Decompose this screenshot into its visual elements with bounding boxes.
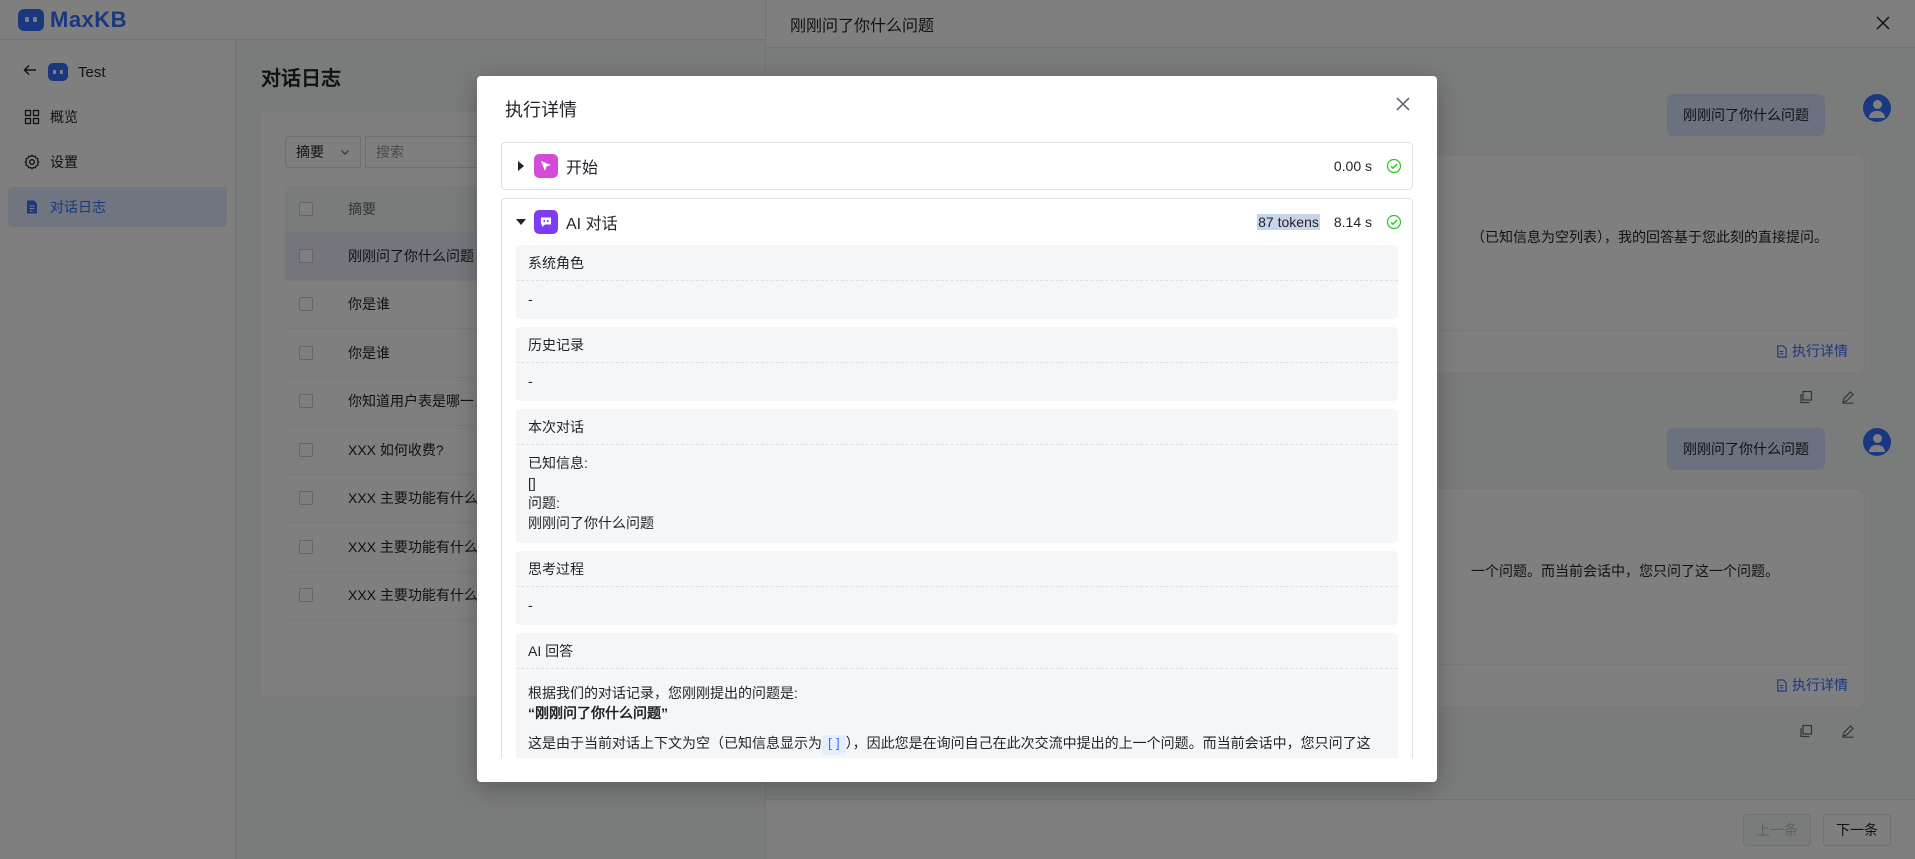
content-line-bold: “刚刚问了你什么问题” <box>528 705 668 721</box>
pointer-icon <box>534 154 558 178</box>
block-title: AI 回答 <box>516 633 1398 669</box>
execution-detail-dialog: 执行详情 开始 0.00 s AI 对话 87 tokens 8.14 s 系统… <box>477 76 1437 782</box>
thinking-block: 思考过程 - <box>516 551 1398 625</box>
content-line: 这是由于当前对话上下文为空（已知信息显示为[] ），因此您是在询问自己在此次交流中… <box>528 733 1386 755</box>
block-title: 系统角色 <box>516 245 1398 281</box>
block-title: 思考过程 <box>516 551 1398 587</box>
inline-code: [] <box>822 735 846 755</box>
step-ai-chat: AI 对话 87 tokens 8.14 s 系统角色 - 历史记录 - 本次对… <box>501 198 1413 758</box>
block-content: - <box>528 373 533 389</box>
caret-down-icon[interactable] <box>516 217 526 227</box>
block-content: 已知信息: [] 问题: 刚刚问了你什么问题 <box>516 445 1398 543</box>
success-check-icon <box>1386 158 1402 174</box>
step-meta: 87 tokens 8.14 s <box>1257 214 1402 230</box>
content-line: 已知信息: <box>528 455 588 471</box>
block-content: - <box>528 597 533 613</box>
step-start: 开始 0.00 s <box>501 142 1413 190</box>
content-line: [] <box>528 475 536 491</box>
current-dialog-block: 本次对话 已知信息: [] 问题: 刚刚问了你什么问题 <box>516 409 1398 543</box>
dialog-title: 执行详情 <box>505 100 577 120</box>
text-segment: 这是由于当前对话上下文为空（已知信息显示为 <box>528 735 822 751</box>
step-name: 开始 <box>566 160 599 177</box>
ai-answer-block: AI 回答 根据我们的对话记录，您刚刚提出的问题是: “刚刚问了你什么问题” 这… <box>516 633 1398 758</box>
success-check-icon <box>1386 214 1402 230</box>
history-block: 历史记录 - <box>516 327 1398 401</box>
dialog-body: 开始 0.00 s AI 对话 87 tokens 8.14 s 系统角色 - … <box>501 142 1413 758</box>
step-body: 系统角色 - 历史记录 - 本次对话 已知信息: [] 问题: 刚刚问了你什么问… <box>502 245 1412 758</box>
step-name: AI 对话 <box>566 216 618 233</box>
step-duration: 0.00 s <box>1333 158 1372 174</box>
step-duration: 8.14 s <box>1333 214 1372 230</box>
text-segment: ），因此您是在询问自己在此次交流中提出的上一个问题。而当前会话中，您只问了这 <box>845 735 1371 751</box>
caret-right-icon[interactable] <box>516 161 526 171</box>
content-line: 问题: <box>528 495 560 511</box>
block-title: 历史记录 <box>516 327 1398 363</box>
block-title: 本次对话 <box>516 409 1398 445</box>
system-role-block: 系统角色 - <box>516 245 1398 319</box>
close-icon[interactable] <box>1393 94 1413 114</box>
block-content: 根据我们的对话记录，您刚刚提出的问题是: “刚刚问了你什么问题” 这是由于当前对… <box>516 669 1398 758</box>
chat-bubble-icon <box>534 210 558 234</box>
block-content: - <box>528 291 533 307</box>
app-root: MaxKB Test 概览 设置 对话日志 <box>0 0 1915 859</box>
token-count: 87 tokens <box>1257 214 1320 230</box>
step-header[interactable]: AI 对话 87 tokens 8.14 s <box>502 199 1412 245</box>
step-meta: 0.00 s <box>1334 158 1402 174</box>
content-line: 根据我们的对话记录，您刚刚提出的问题是: <box>528 685 798 701</box>
content-line: 刚刚问了你什么问题 <box>528 515 654 531</box>
step-header[interactable]: 开始 0.00 s <box>502 143 1412 189</box>
